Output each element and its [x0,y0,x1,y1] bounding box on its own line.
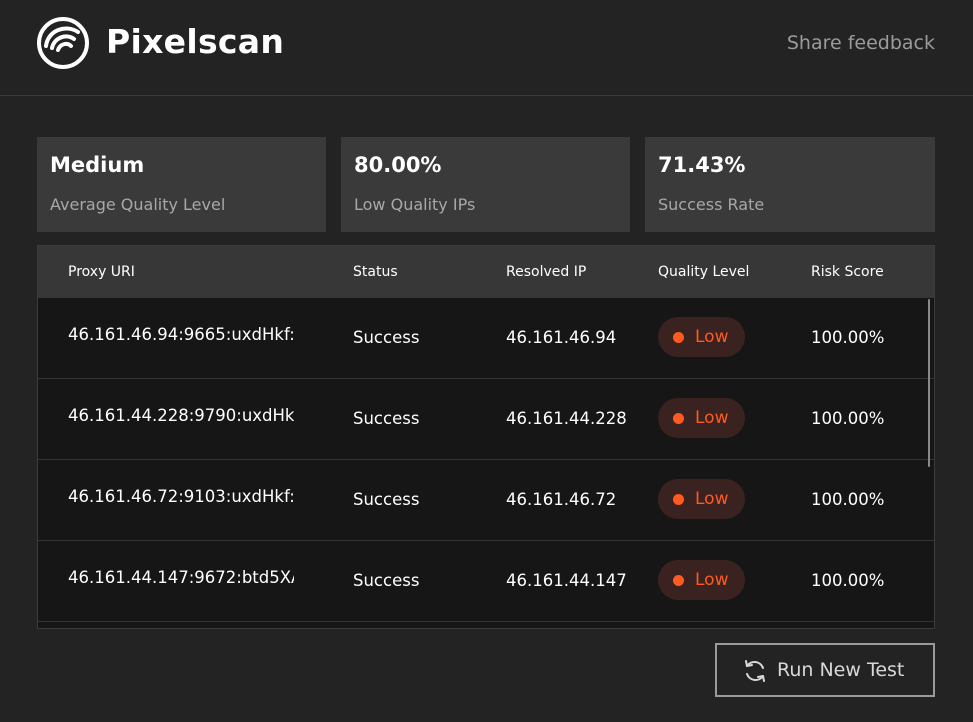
status-cell: Success [353,490,420,509]
resolved-ip-cell: 46.161.44.147 [506,571,627,590]
risk-score-cell: 100.00% [811,571,885,590]
quality-badge: Low [658,398,745,438]
pixelscan-logo-icon[interactable] [36,16,90,70]
table-row[interactable]: 46.161.44.228:9790:uxdHkf Success 46.161… [38,379,934,460]
proxy-uri-cell: 46.161.46.94:9665:uxdHkf:e [68,325,294,344]
table-header: Proxy URI Status Resolved IP Quality Lev… [38,246,934,298]
resolved-ip-cell: 46.161.46.94 [506,328,617,347]
column-header-risk-score[interactable]: Risk Score [811,264,884,280]
quality-label: Low [695,408,729,428]
proxy-uri-cell: 46.161.46.72:9103:uxdHkf:e [68,487,294,506]
brand-name: Pixelscan [106,22,285,61]
status-cell: Success [353,571,420,590]
stat-card-average-quality: Medium Average Quality Level [37,137,326,232]
results-table[interactable]: Proxy URI Status Resolved IP Quality Lev… [37,245,935,629]
stat-card-success-rate: 71.43% Success Rate [645,137,935,232]
run-new-test-button[interactable]: Run New Test [715,643,935,697]
table-row[interactable]: 46.161.46.94:9665:uxdHkf:e Success 46.16… [38,298,934,379]
resolved-ip-cell: 46.161.46.72 [506,490,617,509]
stat-value: Medium [50,153,145,177]
status-dot-icon [673,332,684,343]
column-header-status[interactable]: Status [353,264,398,280]
status-dot-icon [673,575,684,586]
quality-badge: Low [658,560,745,600]
run-new-test-label: Run New Test [777,659,905,681]
proxy-uri-cell: 46.161.44.147:9672:btd5XA [68,568,294,587]
stat-value: 80.00% [354,153,442,177]
risk-score-cell: 100.00% [811,328,885,347]
risk-score-cell: 100.00% [811,490,885,509]
stat-value: 71.43% [658,153,746,177]
status-dot-icon [673,413,684,424]
table-row[interactable]: 46.161.46.72:9103:uxdHkf:e Success 46.16… [38,460,934,541]
column-header-quality-level[interactable]: Quality Level [658,264,749,280]
risk-score-cell: 100.00% [811,409,885,428]
status-cell: Success [353,328,420,347]
stat-label: Success Rate [658,195,765,214]
status-dot-icon [673,494,684,505]
quality-label: Low [695,570,729,590]
quality-label: Low [695,489,729,509]
quality-badge: Low [658,479,745,519]
proxy-uri-cell: 46.161.44.228:9790:uxdHkf [68,406,294,425]
stat-label: Low Quality IPs [354,195,476,214]
stat-label: Average Quality Level [50,195,226,214]
status-cell: Success [353,409,420,428]
stat-card-low-quality-ips: 80.00% Low Quality IPs [341,137,630,232]
quality-badge: Low [658,317,745,357]
column-header-proxy-uri[interactable]: Proxy URI [68,264,135,280]
quality-label: Low [695,327,729,347]
app-header: Pixelscan Share feedback [0,0,973,96]
share-feedback-link[interactable]: Share feedback [787,32,935,54]
table-row[interactable]: 46.161.44.147:9672:btd5XA Success 46.161… [38,541,934,622]
column-header-resolved-ip[interactable]: Resolved IP [506,264,586,280]
refresh-icon [745,660,765,682]
table-scrollbar[interactable] [928,299,930,467]
resolved-ip-cell: 46.161.44.228 [506,409,627,428]
